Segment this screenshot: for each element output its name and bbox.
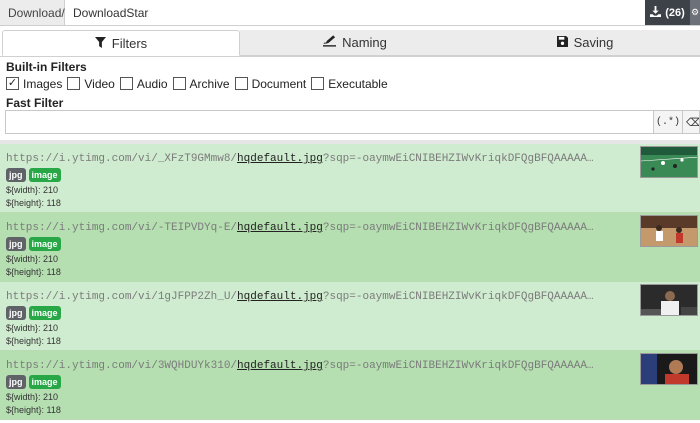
- result-url[interactable]: https://i.ytimg.com/vi/-TEIPVDYq-E/hqdef…: [6, 222, 636, 234]
- filter-archive-label: Archive: [189, 76, 230, 91]
- result-url-prefix: https://i.ytimg.com/vi/3WQHDUYk310/: [6, 360, 238, 372]
- result-badges: jpg image: [6, 306, 61, 320]
- fast-filter-input[interactable]: [5, 110, 653, 134]
- filter-document-option[interactable]: Document: [234, 76, 307, 91]
- tab-saving[interactable]: Saving: [470, 30, 700, 56]
- type-badge: image: [28, 375, 61, 389]
- result-thumbnail: [640, 284, 698, 316]
- filter-images-checkbox[interactable]: ✓: [6, 77, 19, 90]
- result-row[interactable]: https://i.ytimg.com/vi/-TEIPVDYq-E/hqdef…: [0, 213, 700, 282]
- result-filename[interactable]: hqdefault.jpg: [237, 153, 323, 165]
- result-width: ${width}: 210: [6, 254, 59, 264]
- filter-video-label: Video: [84, 76, 115, 91]
- tab-bar: Filters Naming Saving: [0, 30, 700, 57]
- result-height: ${height}: 118: [6, 405, 61, 415]
- download-path-prefix: Download/: [0, 0, 65, 25]
- results-list: https://i.ytimg.com/vi/_XFzT9GMmw8/hqdef…: [0, 144, 700, 420]
- result-thumbnail: [640, 353, 698, 385]
- filter-archive-checkbox[interactable]: [172, 77, 186, 90]
- result-height: ${height}: 118: [6, 198, 61, 208]
- result-width: ${width}: 210: [6, 323, 59, 333]
- result-width: ${width}: 210: [6, 185, 59, 195]
- filter-icon: [94, 36, 106, 51]
- filter-executable-option[interactable]: Executable: [311, 76, 388, 91]
- filter-images-label: Images: [23, 76, 63, 91]
- result-badges: jpg image: [6, 168, 61, 182]
- filter-document-checkbox[interactable]: [234, 77, 248, 90]
- result-badges: jpg image: [6, 237, 61, 251]
- builtin-filters-list: ✓ Images Video Audio Archive Document Ex…: [6, 76, 393, 91]
- type-badge: image: [28, 237, 61, 251]
- result-filename[interactable]: hqdefault.jpg: [237, 360, 323, 372]
- result-thumbnail: [640, 215, 698, 247]
- result-url[interactable]: https://i.ytimg.com/vi/_XFzT9GMmw8/hqdef…: [6, 153, 636, 165]
- filter-video-option[interactable]: Video: [67, 76, 115, 91]
- result-url-suffix: ?sqp=-oaymwEiCNIBEHZIWvKriqkDFQgBFQAAAAA…: [322, 360, 594, 372]
- download-folder-input[interactable]: [65, 0, 645, 25]
- extension-badge: jpg: [6, 375, 26, 389]
- extension-badge: jpg: [6, 237, 26, 251]
- fast-filter-title: Fast Filter: [6, 96, 64, 110]
- result-filename[interactable]: hqdefault.jpg: [237, 291, 323, 303]
- tab-filters[interactable]: Filters: [2, 30, 240, 56]
- type-badge: image: [28, 306, 61, 320]
- extension-badge: jpg: [6, 168, 26, 182]
- signature-icon: [323, 35, 337, 50]
- gear-icon[interactable]: ⚙: [690, 0, 700, 25]
- result-thumbnail: [640, 146, 698, 178]
- download-icon: [650, 5, 662, 20]
- result-filename[interactable]: hqdefault.jpg: [237, 222, 323, 234]
- result-url-suffix: ?sqp=-oaymwEiCNIBEHZIWvKriqkDFQgBFQAAAAA…: [322, 153, 594, 165]
- tab-naming[interactable]: Naming: [240, 30, 470, 56]
- download-count: (26): [665, 6, 685, 19]
- tab-filters-label: Filters: [111, 35, 148, 51]
- result-row[interactable]: https://i.ytimg.com/vi/3WQHDUYk310/hqdef…: [0, 351, 700, 420]
- floppy-disk-icon: [556, 35, 568, 50]
- result-url-prefix: https://i.ytimg.com/vi/_XFzT9GMmw8/: [6, 153, 238, 165]
- filter-audio-label: Audio: [136, 76, 168, 91]
- filter-executable-label: Executable: [328, 76, 388, 91]
- filter-archive-option[interactable]: Archive: [172, 76, 230, 91]
- filter-document-label: Document: [251, 76, 307, 91]
- extension-badge: jpg: [6, 306, 26, 320]
- result-url-prefix: https://i.ytimg.com/vi/-TEIPVDYq-E/: [6, 222, 238, 234]
- eraser-icon[interactable]: ⌫: [683, 110, 700, 134]
- tab-saving-label: Saving: [573, 35, 614, 50]
- tab-naming-label: Naming: [342, 35, 387, 50]
- result-row[interactable]: https://i.ytimg.com/vi/_XFzT9GMmw8/hqdef…: [0, 144, 700, 213]
- download-button[interactable]: (26): [645, 0, 690, 25]
- download-path-bar: Download/ (26) ⚙: [0, 0, 700, 26]
- builtin-filters-title: Built-in Filters: [6, 60, 87, 74]
- result-url-prefix: https://i.ytimg.com/vi/1gJFPP2Zh_U/: [6, 291, 238, 303]
- result-height: ${height}: 118: [6, 267, 61, 277]
- result-url[interactable]: https://i.ytimg.com/vi/3WQHDUYk310/hqdef…: [6, 360, 636, 372]
- filter-images-option[interactable]: ✓ Images: [6, 77, 62, 91]
- result-url[interactable]: https://i.ytimg.com/vi/1gJFPP2Zh_U/hqdef…: [6, 291, 636, 303]
- filter-audio-option[interactable]: Audio: [119, 76, 168, 91]
- result-width: ${width}: 210: [6, 392, 59, 402]
- result-url-suffix: ?sqp=-oaymwEiCNIBEHZIWvKriqkDFQgBFQAAAAA…: [322, 291, 594, 303]
- filter-executable-checkbox[interactable]: [311, 77, 325, 90]
- filter-audio-checkbox[interactable]: [119, 77, 133, 90]
- fast-filter-row: (.*) ⌫: [5, 110, 700, 134]
- result-height: ${height}: 118: [6, 336, 61, 346]
- type-badge: image: [28, 168, 61, 182]
- result-badges: jpg image: [6, 375, 61, 389]
- result-row[interactable]: https://i.ytimg.com/vi/1gJFPP2Zh_U/hqdef…: [0, 282, 700, 351]
- result-url-suffix: ?sqp=-oaymwEiCNIBEHZIWvKriqkDFQgBFQAAAAA…: [322, 222, 594, 234]
- filter-video-checkbox[interactable]: [67, 77, 81, 90]
- regex-toggle-button[interactable]: (.*): [653, 110, 683, 134]
